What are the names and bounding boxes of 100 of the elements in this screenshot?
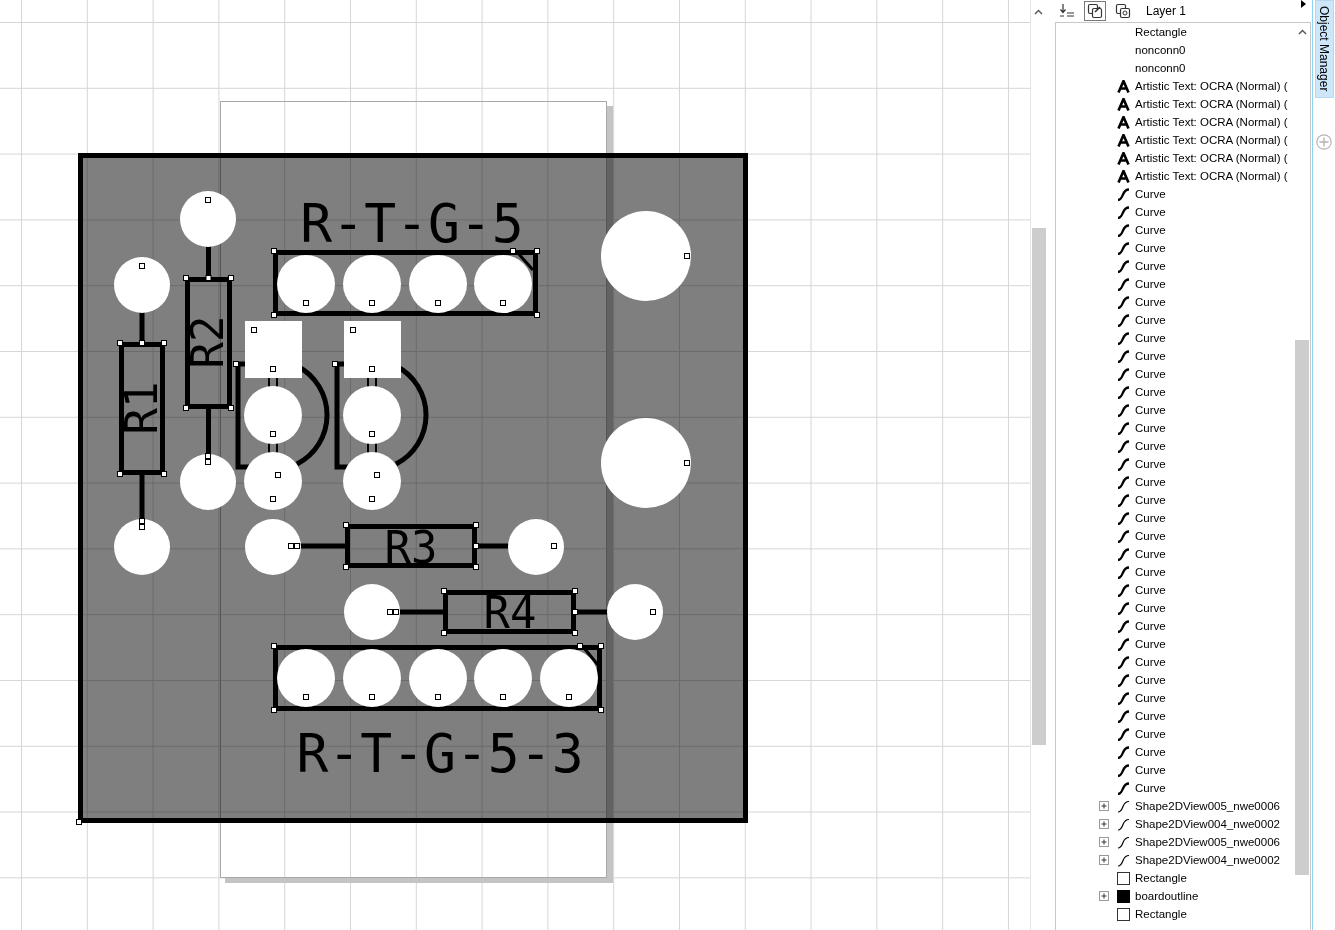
scrollbar-thumb[interactable] (1031, 228, 1046, 745)
expand-icon[interactable] (1099, 891, 1109, 901)
object-list-item[interactable]: Curve (1135, 692, 1166, 704)
solder-pad (114, 257, 170, 313)
curve-icon (1117, 385, 1130, 399)
layers-button[interactable] (1084, 1, 1106, 21)
object-list-item[interactable]: Curve (1135, 260, 1166, 272)
expand-icon[interactable] (1099, 837, 1109, 847)
object-list-item[interactable]: Curve (1135, 494, 1166, 506)
object-list-item[interactable]: Curve (1135, 404, 1166, 416)
object-list-item[interactable]: Rectangle (1135, 908, 1187, 920)
solder-pad (474, 255, 532, 313)
list-options-icon[interactable] (1059, 3, 1075, 19)
object-list-item[interactable]: Curve (1135, 548, 1166, 560)
object-list-item[interactable]: Artistic Text: OCRA (Normal) ( (1135, 116, 1288, 128)
object-list-item[interactable]: Curve (1135, 620, 1166, 632)
object-list-item[interactable]: Curve (1135, 782, 1166, 794)
object-list-item[interactable]: Artistic Text: OCRA (Normal) ( (1135, 80, 1288, 92)
square-pad (344, 321, 401, 378)
object-list-item[interactable]: Curve (1135, 314, 1166, 326)
object-list-item[interactable]: Curve (1135, 512, 1166, 524)
silkscreen-label: R-T-G-5-3 (296, 723, 584, 784)
curve-icon (1117, 601, 1130, 615)
object-list-item[interactable]: Curve (1135, 386, 1166, 398)
curve-icon (1117, 457, 1130, 471)
text-icon (1117, 79, 1130, 93)
object-list-item[interactable]: Artistic Text: OCRA (Normal) ( (1135, 98, 1288, 110)
object-list-item[interactable]: Curve (1135, 458, 1166, 470)
scroll-up-icon[interactable] (1297, 29, 1307, 35)
curve-icon (1117, 421, 1130, 435)
object-list-item[interactable]: Curve (1135, 656, 1166, 668)
object-list-item[interactable]: Curve (1135, 440, 1166, 452)
solder-pad (343, 649, 401, 707)
expand-icon[interactable] (1099, 819, 1109, 829)
object-list-item[interactable]: Curve (1135, 242, 1166, 254)
curve-icon (1117, 763, 1130, 777)
curve-icon (1117, 745, 1130, 759)
solder-pad (244, 452, 302, 510)
object-list-item[interactable]: nonconn0 (1135, 62, 1186, 74)
curve-icon (1117, 511, 1130, 525)
expand-icon[interactable] (1099, 801, 1109, 811)
object-list-item[interactable]: Rectangle (1135, 872, 1187, 884)
square-icon (1117, 907, 1130, 921)
object-list-item[interactable]: Curve (1135, 278, 1166, 290)
object-list-item[interactable]: Rectangle (1135, 26, 1187, 38)
object-list-item[interactable]: Curve (1135, 422, 1166, 434)
curve-icon (1117, 529, 1130, 543)
object-list-item[interactable]: Curve (1135, 224, 1166, 236)
object-list-item[interactable]: nonconn0 (1135, 44, 1186, 56)
object-list-item[interactable]: Artistic Text: OCRA (Normal) ( (1135, 134, 1288, 146)
curve-icon (1117, 673, 1130, 687)
curve-icon (1117, 295, 1130, 309)
object-list-item[interactable]: Curve (1135, 188, 1166, 200)
object-list-item[interactable]: Curve (1135, 764, 1166, 776)
object-list-item[interactable]: Shape2DView004_nwe0002 (1135, 818, 1280, 830)
object-list-item[interactable]: Curve (1135, 674, 1166, 686)
object-list-item[interactable]: Curve (1135, 350, 1166, 362)
scroll-up-icon[interactable] (1034, 9, 1043, 15)
object-list-item[interactable]: boardoutline (1135, 890, 1199, 902)
layer-name: Layer 1 (1146, 4, 1187, 18)
solder-pad (540, 649, 598, 707)
curve-icon (1117, 223, 1130, 237)
object-list-item[interactable]: Shape2DView004_nwe0002 (1135, 854, 1280, 866)
text-icon (1117, 115, 1130, 129)
object-list-item[interactable]: Shape2DView005_nwe0006 (1135, 836, 1280, 848)
object-list-item[interactable]: Curve (1135, 476, 1166, 488)
docker-tab[interactable]: Object Manager (1314, 0, 1334, 99)
silkscreen-label: R4 (483, 587, 537, 638)
solder-pad (245, 519, 301, 575)
silkscreen-label: R-T-G-5 (300, 193, 524, 254)
object-list-item[interactable]: Curve (1135, 746, 1166, 758)
curve-icon (1117, 709, 1130, 723)
curve-icon (1117, 259, 1130, 273)
object-list-item[interactable]: Curve (1135, 530, 1166, 542)
solder-pad (344, 584, 400, 640)
object-list-item[interactable]: Curve (1135, 710, 1166, 722)
object-list-item[interactable]: Curve (1135, 566, 1166, 578)
curve-icon (1117, 349, 1130, 363)
object-list-item[interactable]: Curve (1135, 602, 1166, 614)
silkscreen-label: R2 (182, 315, 233, 369)
object-list-item[interactable]: Curve (1135, 368, 1166, 380)
scrollbar-thumb[interactable] (1295, 340, 1309, 875)
curve-icon (1117, 313, 1130, 327)
flyout-arrow-icon[interactable] (1301, 0, 1306, 8)
solder-pad (244, 386, 302, 444)
square-pad (245, 321, 302, 378)
object-list-item[interactable]: Curve (1135, 332, 1166, 344)
object-list-item[interactable]: Curve (1135, 584, 1166, 596)
curve-icon (1117, 565, 1130, 579)
object-list-item[interactable]: Artistic Text: OCRA (Normal) ( (1135, 152, 1288, 164)
object-list-item[interactable]: Shape2DView005_nwe0006 (1135, 800, 1280, 812)
object-list-item[interactable]: Curve (1135, 728, 1166, 740)
object-list-item[interactable]: Curve (1135, 206, 1166, 218)
solder-pad (409, 649, 467, 707)
layers-icon (1115, 3, 1131, 19)
object-list-item[interactable]: Artistic Text: OCRA (Normal) ( (1135, 170, 1288, 182)
expand-icon[interactable] (1099, 855, 1109, 865)
curve-icon (1117, 835, 1130, 849)
object-list-item[interactable]: Curve (1135, 638, 1166, 650)
object-list-item[interactable]: Curve (1135, 296, 1166, 308)
